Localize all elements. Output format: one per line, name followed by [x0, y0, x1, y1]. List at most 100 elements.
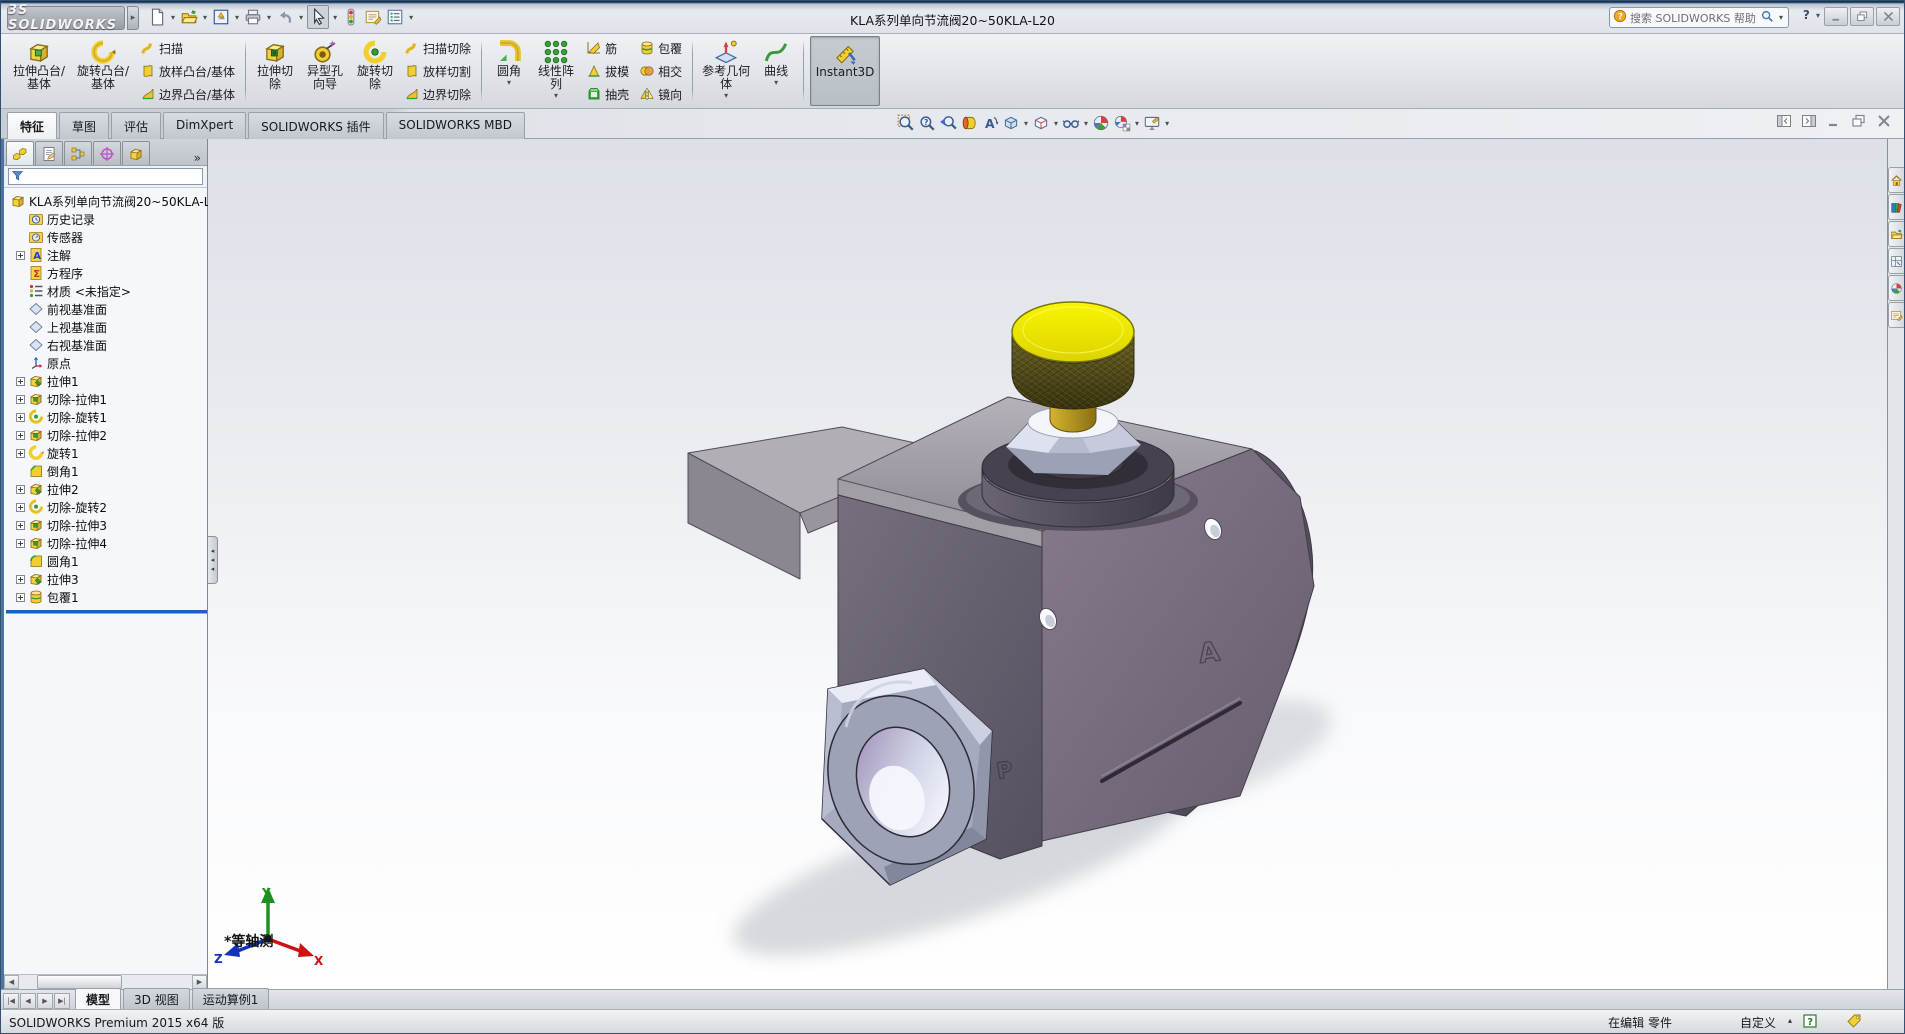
expand-plus-icon[interactable]	[16, 520, 25, 530]
section-view-button[interactable]	[959, 113, 979, 133]
collapse-pane-left-button[interactable]	[1776, 113, 1792, 133]
tree-item-equations[interactable]: Σ 方程序	[6, 264, 207, 282]
tree-item-cut-revolve2[interactable]: 切除-旋转2	[6, 498, 207, 516]
graphics-viewport[interactable]: A P Y X Z *等轴测 ◂ ◂ ◂	[208, 139, 1887, 989]
help-menu[interactable]: ? ▾	[1803, 8, 1822, 22]
bottom-tab-3D 视图[interactable]: 3D 视图	[123, 988, 190, 1009]
tree-item-revolve1[interactable]: 旋转1	[6, 444, 207, 462]
tree-item-fillet1[interactable]: 圆角1	[6, 552, 207, 570]
expand-plus-icon[interactable]	[16, 484, 25, 494]
panel-horizontal-scrollbar[interactable]: ◀ ▶	[4, 974, 207, 989]
draft-button[interactable]: 拔模	[583, 60, 632, 83]
tab-草图[interactable]: 草图	[59, 112, 110, 139]
reference-geometry-button[interactable]: 参考几何体 ▾	[699, 36, 753, 106]
collapse-pane-right-button[interactable]	[1801, 113, 1817, 133]
tree-item-top-plane[interactable]: 上视基准面	[6, 318, 207, 336]
expand-plus-icon[interactable]	[16, 448, 25, 458]
display-style-button[interactable]	[1031, 113, 1051, 133]
expand-plus-icon[interactable]	[16, 412, 25, 422]
hide-show-items-button[interactable]	[1061, 113, 1081, 133]
taskpane-custom-properties[interactable]	[1888, 302, 1904, 328]
tab-SOLIDWORKS 插件[interactable]: SOLIDWORKS 插件	[248, 112, 384, 139]
units-selector[interactable]: 自定义	[1740, 1014, 1776, 1031]
revolved-cut-button[interactable]: 旋转切除	[352, 36, 398, 106]
previous-view-button[interactable]	[938, 113, 958, 133]
revolved-boss-base-button[interactable]: 旋转凸台/基体	[72, 36, 134, 106]
units-caret-icon[interactable]: ▴	[1788, 1016, 1792, 1025]
rollback-bar[interactable]	[6, 610, 207, 613]
view-settings-caret-icon[interactable]: ▾	[1165, 119, 1169, 128]
tab-特征[interactable]: 特征	[7, 112, 58, 139]
edit-appearance-button[interactable]	[1091, 113, 1111, 133]
tree-item-annotations[interactable]: A 注解	[6, 246, 207, 264]
fillet-button[interactable]: 圆角 ▾	[488, 36, 530, 106]
tag-icon[interactable]	[1846, 1013, 1862, 1032]
expand-plus-icon[interactable]	[16, 394, 25, 404]
tree-item-sensors[interactable]: 传感器	[6, 228, 207, 246]
doc-minimize-button[interactable]	[1826, 113, 1842, 133]
scroll-right-arrow[interactable]: ▶	[192, 975, 207, 989]
dimxpertmanager-tab[interactable]	[93, 141, 121, 165]
tree-item-chamfer1[interactable]: 倒角1	[6, 462, 207, 480]
apply-scene-caret-icon[interactable]: ▾	[1135, 119, 1139, 128]
bottom-tab-运动算例1[interactable]: 运动算例1	[191, 988, 270, 1009]
tree-item-boss-extrude1[interactable]: 拉伸1	[6, 372, 207, 390]
quick-tips-icon[interactable]: ?	[1802, 1013, 1818, 1032]
view-cube-button[interactable]	[1001, 113, 1021, 133]
linear-pattern-button[interactable]: 线性阵列 ▾	[532, 36, 580, 106]
panel-tabs-overflow[interactable]: »	[194, 151, 201, 165]
tree-item-boss-extrude2[interactable]: 拉伸2	[6, 480, 207, 498]
expand-plus-icon[interactable]	[16, 376, 25, 386]
taskpane-view-palette[interactable]	[1888, 248, 1904, 274]
extruded-cut-button[interactable]: 拉伸切除	[252, 36, 298, 106]
doc-close-button[interactable]	[1876, 113, 1892, 133]
tab-评估[interactable]: 评估	[111, 112, 162, 139]
expand-plus-icon[interactable]	[16, 250, 25, 260]
boundary-boss-button[interactable]: 边界凸台/基体	[137, 83, 238, 106]
expand-plus-icon[interactable]	[16, 592, 25, 602]
panel-splitter-handle[interactable]: ◂ ◂ ◂	[208, 536, 218, 584]
expand-plus-icon[interactable]	[16, 502, 25, 512]
tree-item-front-plane[interactable]: 前视基准面	[6, 300, 207, 318]
tree-item-boss-extrude3[interactable]: 拉伸3	[6, 570, 207, 588]
tab-SOLIDWORKS MBD[interactable]: SOLIDWORKS MBD	[385, 112, 525, 139]
taskpane-home[interactable]	[1888, 167, 1904, 193]
expand-plus-icon[interactable]	[16, 430, 25, 440]
propertymanager-tab[interactable]	[35, 141, 63, 165]
hole-wizard-button[interactable]: 异型孔向导	[300, 36, 350, 106]
tree-item-wrap1[interactable]: 包覆1	[6, 588, 207, 606]
tree-item-cut-extrude1[interactable]: 切除-拉伸1	[6, 390, 207, 408]
wrap-button[interactable]: 包覆	[636, 37, 685, 60]
displaymanager-tab[interactable]	[122, 141, 150, 165]
search-caret-icon[interactable]: ▾	[1779, 13, 1783, 22]
tree-item-cut-revolve1[interactable]: 切除-旋转1	[6, 408, 207, 426]
search-box[interactable]: ? 搜索 SOLIDWORKS 帮助 ▾	[1609, 7, 1789, 28]
hide-show-items-caret-icon[interactable]: ▾	[1084, 119, 1088, 128]
intersect-button[interactable]: 相交	[636, 60, 685, 83]
zoom-area-button[interactable]: ?	[917, 113, 937, 133]
expand-plus-icon[interactable]	[16, 538, 25, 548]
tree-root-item[interactable]: KLA系列单向节流阀20~50KLA-L	[6, 192, 210, 210]
search-icon[interactable]	[1760, 8, 1774, 27]
display-style-caret-icon[interactable]: ▾	[1054, 119, 1058, 128]
swept-boss-button[interactable]: 扫描	[137, 37, 238, 60]
curves-button[interactable]: 曲线 ▾	[755, 36, 797, 106]
tree-item-cut-extrude2[interactable]: 切除-拉伸2	[6, 426, 207, 444]
view-orientation-button[interactable]: A	[980, 113, 1000, 133]
motion-nav-2[interactable]: ▶	[37, 993, 53, 1009]
motion-nav-3[interactable]: ▶|	[54, 993, 70, 1009]
minimize-button[interactable]	[1824, 7, 1848, 26]
doc-restore-button[interactable]	[1851, 113, 1867, 133]
motion-nav-1[interactable]: ◀	[20, 993, 36, 1009]
filter-input[interactable]	[8, 168, 203, 185]
tree-item-cut-extrude4[interactable]: 切除-拉伸4	[6, 534, 207, 552]
taskpane-design-library[interactable]	[1888, 194, 1904, 220]
view-cube-caret-icon[interactable]: ▾	[1024, 119, 1028, 128]
shell-button[interactable]: 抽壳	[583, 83, 632, 106]
tree-item-material[interactable]: 材质 <未指定>	[6, 282, 207, 300]
lofted-cut-button[interactable]: 放样切割	[401, 60, 474, 83]
configurationmanager-tab[interactable]	[64, 141, 92, 165]
featuremanager-tab[interactable]	[6, 141, 34, 165]
rib-button[interactable]: 筋	[583, 37, 632, 60]
tree-item-origin[interactable]: 原点	[6, 354, 207, 372]
